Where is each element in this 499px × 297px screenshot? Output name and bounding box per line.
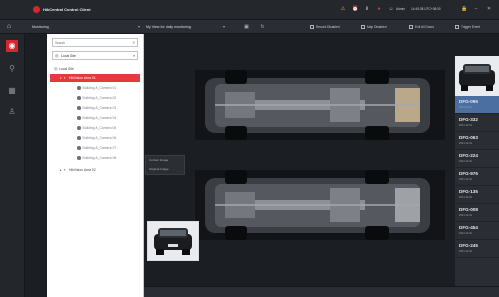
user-name[interactable]: Admin [396,7,405,11]
chevron-down-icon[interactable]: ▾ [138,23,140,31]
tree-node-camera[interactable]: Building A_Camera 07 [77,144,116,152]
save-icon[interactable]: ▣ [243,23,250,31]
globe-icon[interactable]: ◉ [6,40,18,52]
plate-time: 2021.12.01 [459,124,472,127]
record-disabled-button[interactable]: Record Disabled [310,23,340,31]
map-disabled-button[interactable]: Map Disabled [361,23,387,31]
plate-item[interactable]: DFG-454 2021.12.01 [455,222,499,240]
tree-node-camera[interactable]: Building A_Camera 03 [77,104,116,112]
vehicle-undercarriage-graphic [205,170,430,240]
lock-icon[interactable]: 🔒 [461,6,467,12]
module-select[interactable]: Monitoring [32,23,49,31]
app-logo-icon [33,6,40,13]
plate-time: 2021.12.01 [459,142,472,145]
plate-item[interactable]: DFG-332 2021.12.01 [455,114,499,132]
camera-icon [77,136,81,140]
title-bar: HikCentral Control Client ⚠ ⏰ ⬇ ● ☺ Admi… [0,0,499,20]
view-select[interactable]: My View for daily monitoring [146,23,191,31]
site-select[interactable]: ◎ Local Site ▾ [52,51,138,60]
clock-display: 14:45:38 UTC+08:00 [411,7,441,11]
plate-number: DFG-976 [459,171,478,176]
tree-node-camera[interactable]: Building A_Camera 06 [77,134,116,142]
chevron-down-icon[interactable]: ▾ [223,23,225,31]
plate-item[interactable]: DFG-245 2021.12.01 [455,240,499,258]
car-front-graphic [154,228,192,255]
tree-node-area-01[interactable]: ▾ ▪ HikVision Area 01 [50,74,140,82]
close-icon[interactable]: ✕ [486,6,492,12]
map-icon [361,25,365,30]
plate-number: DFG-095 [459,99,478,104]
camera-icon [77,106,81,110]
left-rail: ◉ ⚲ ▦ ♙ [0,34,25,297]
notification-icon[interactable]: ● [376,6,382,12]
tree-node-root[interactable]: ◎ Local Site [50,65,142,73]
current-image-option[interactable]: Current Image [146,156,184,165]
plate-item[interactable]: DFG-224 2021.12.01 [455,150,499,168]
plate-time: 2021.12.01 [459,232,472,235]
search-icon[interactable]: ⌕ [132,40,135,46]
warning-icon[interactable]: ⚠ [340,6,346,12]
vehicle-thumbnail[interactable] [147,221,199,261]
plate-time: 2021.12.01 [459,106,472,109]
search-box: ⌕ [52,38,138,47]
search-input[interactable] [55,39,129,47]
plate-time: 2021.12.01 [459,250,472,253]
door-icon [409,25,413,30]
image-mode-menu: Current Image Original Image [145,155,185,175]
download-icon[interactable]: ⬇ [364,6,370,12]
current-undercarriage-image[interactable] [195,70,445,140]
camera-icon [77,96,81,100]
camera-icon [77,146,81,150]
plate-number: DFG-135 [459,189,478,194]
tree-node-camera[interactable]: Building A_Camera 02 [77,94,116,102]
alarm-icon[interactable]: ⏰ [352,6,358,12]
plate-time: 2021.12.01 [459,160,472,163]
original-image-option[interactable]: Original Image [146,165,184,174]
vehicle-undercarriage-graphic [205,70,430,140]
user-icon[interactable]: ☺ [388,6,394,12]
chevron-down-icon: ▾ [133,54,135,58]
plate-number: DFG-063 [459,135,478,140]
plate-time: 2021.12.01 [459,214,472,217]
camera-icon [77,156,81,160]
exit-all-doors-button[interactable]: Exit All Doors [409,23,434,31]
grid-icon[interactable]: ▦ [6,85,18,97]
plate-item[interactable]: DFG-976 2021.12.01 [455,168,499,186]
original-undercarriage-image[interactable] [195,170,445,240]
plate-number: DFG-224 [459,153,478,158]
resource-tree-panel: ⌕ ◎ Local Site ▾ ◎Local Site ▾▪HikVision… [47,34,144,297]
tree-node-camera[interactable]: Building A_Camera 05 [77,124,116,132]
globe-icon: ◎ [55,53,59,58]
plate-number: DFG-245 [459,243,478,248]
camera-icon [77,126,81,130]
tree-node-camera[interactable]: Building A_Camera 04 [77,114,116,122]
plate-number: DFG-332 [459,117,478,122]
plate-time: 2021.12.01 [459,178,472,181]
tree-node-area-02[interactable]: ▸ ▪ HikVision Area 02 [60,166,96,174]
plate-item[interactable]: DFG-135 2021.12.01 [455,186,499,204]
tree-node-camera[interactable]: Building A_Camera 01 [77,84,116,92]
plate-number: DFG-454 [459,225,478,230]
minimize-icon[interactable]: – [473,6,479,12]
plate-item[interactable]: DFG-008 2021.12.01 [455,204,499,222]
plate-item[interactable]: DFG-063 2021.12.01 [455,132,499,150]
record-icon [310,25,314,30]
refresh-icon[interactable]: ↻ [259,23,266,31]
plate-number: DFG-008 [459,207,478,212]
app-title: HikCentral Control Client [43,7,91,12]
tree-icon[interactable]: ⚲ [6,63,18,75]
menu-bar: ⌂ Monitoring ▾ My View for daily monitor… [0,20,499,34]
plate-list-thumbnail[interactable] [455,56,499,96]
person-icon[interactable]: ♙ [6,106,18,118]
plate-time: 2021.12.01 [459,196,472,199]
camera-icon [77,86,81,90]
event-icon [455,25,459,30]
camera-icon [77,116,81,120]
tree-node-camera[interactable]: Building A_Camera 08 [77,154,116,162]
car-front-graphic [459,64,495,91]
trigger-event-button[interactable]: Trigger Event [455,23,480,31]
plate-item[interactable]: DFG-095 2021.12.01 [455,96,499,114]
bottom-toolbar [144,286,499,297]
home-icon[interactable]: ⌂ [5,23,13,31]
